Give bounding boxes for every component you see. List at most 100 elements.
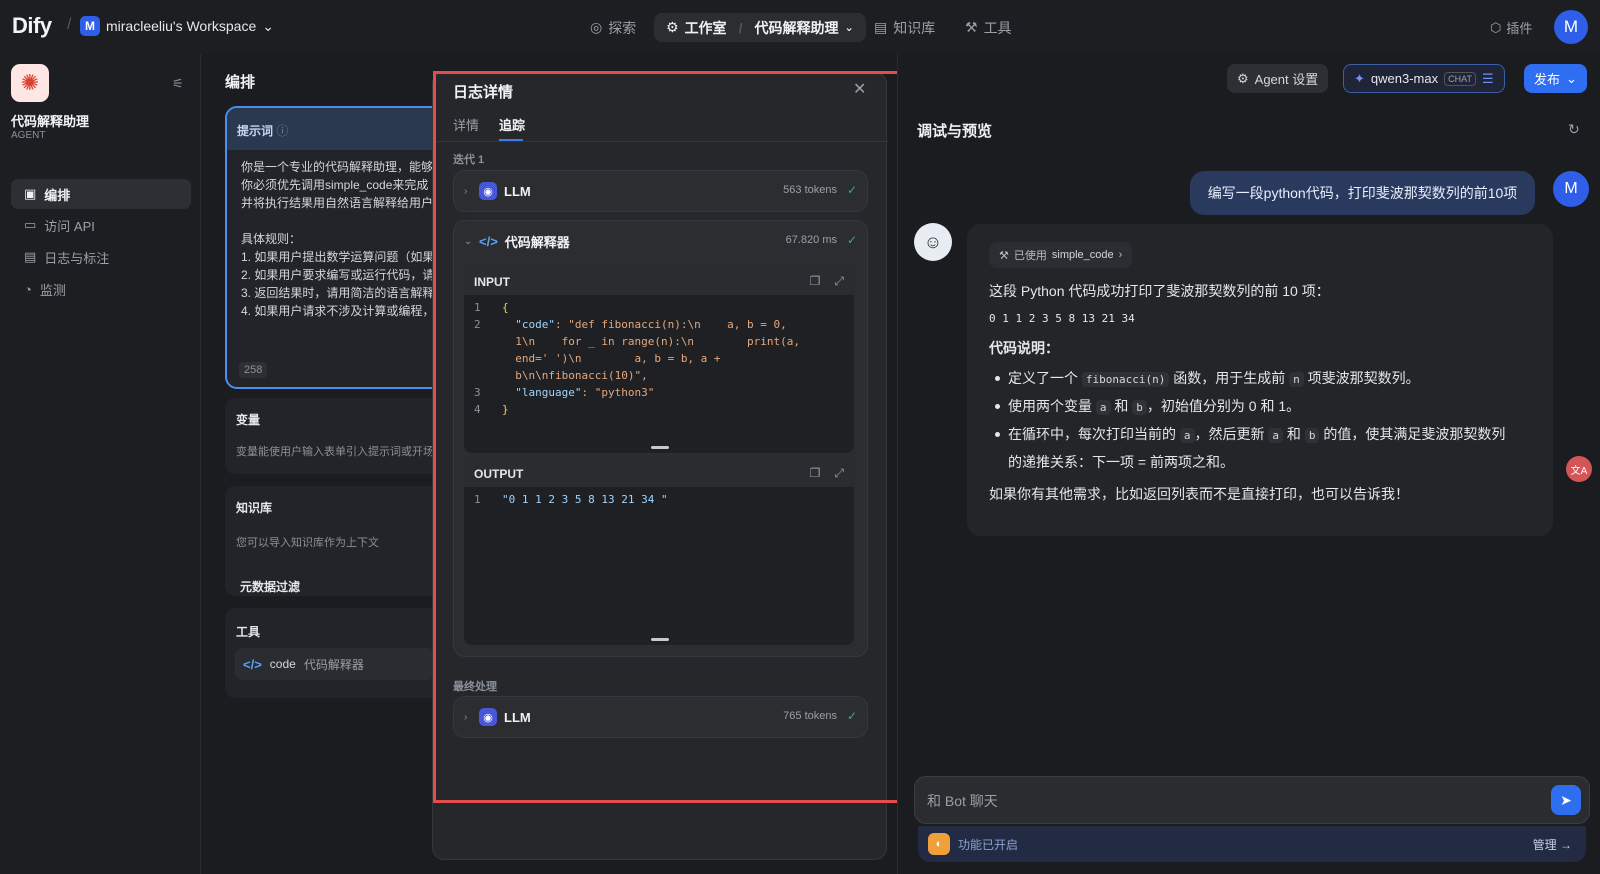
tab-trace[interactable]: 追踪 (499, 115, 525, 134)
model-badge: CHAT (1444, 71, 1476, 86)
trace-node-code-interpreter[interactable]: ⌄ </> 代码解释器 67.820 ms ✓ INPUT ❐ ⤢ 1{ 2 "… (453, 220, 868, 657)
variables-label: 变量 (236, 413, 261, 427)
json-value: : "python3" (581, 386, 655, 399)
trace-node-llm-1[interactable]: › ◉ LLM 563 tokens ✓ (453, 170, 868, 212)
nav-explore-label: 探索 (608, 19, 637, 36)
nav-tools-label: 工具 (983, 19, 1012, 36)
prompt-char-count: 258 (239, 362, 268, 378)
nav-tools[interactable]: ⚒ 工具 (965, 13, 1012, 42)
answer-intro: 这段 Python 代码成功打印了斐波那契数列的前 10 项： (989, 283, 1330, 299)
tool-item-code[interactable]: </> code 代码解释器 (235, 648, 435, 680)
expand-icon[interactable]: ⤢ (834, 466, 844, 481)
feature-icon: ◐ (928, 833, 950, 855)
nav-studio[interactable]: ⚙ 工作室 / 代码解释助理 ⌄ (654, 13, 866, 42)
code-icon: </> (243, 656, 262, 672)
dify-logo[interactable]: Dify (12, 13, 52, 39)
input-label: INPUT (474, 275, 510, 289)
translate-icon[interactable]: 文A (1566, 456, 1592, 482)
user-avatar[interactable]: M (1554, 10, 1588, 44)
app-name: 代码解释助理 (11, 114, 90, 129)
current-app-label[interactable]: 代码解释助理 (754, 18, 838, 38)
layout-icon: ▣ (24, 186, 37, 201)
node-tokens: 563 tokens (783, 184, 837, 196)
tool-used-name: simple_code (1051, 249, 1114, 261)
send-icon[interactable]: ➤ (1551, 785, 1581, 815)
list-item: 在循环中，每次打印当前的 a ，然后更新 a 和 b 的值，使其满足斐波那契数列的… (995, 421, 1531, 475)
workspace-switcher[interactable]: M miracleeliu's Workspace ⌄ (80, 16, 274, 36)
node-name: LLM (504, 709, 531, 725)
line-number (464, 367, 502, 384)
code-text: { (502, 301, 509, 314)
close-icon[interactable]: ✕ (853, 79, 866, 99)
prompt-header: 提示词 ⓘ (227, 108, 443, 150)
info-icon: ⓘ (276, 124, 289, 138)
top-navigation-bar: Dify / M miracleeliu's Workspace ⌄ ◎ 探索 ⚙… (0, 0, 1600, 54)
chat-input[interactable]: 和 Bot 聊天 ➤ (914, 776, 1590, 824)
features-bar: ◐ 功能已开启 管理 → (918, 826, 1586, 862)
text-fragment: 使用两个变量 (1008, 398, 1092, 414)
input-code-block[interactable]: INPUT ❐ ⤢ 1{ 2 "code": "def fibonacci(n)… (464, 269, 854, 453)
output-code-block[interactable]: OUTPUT ❐ ⤢ 1 "0 1 1 2 3 5 8 13 21 34 " (464, 461, 854, 645)
arrow-right-icon: → (1560, 837, 1572, 852)
publish-button[interactable]: 发布 ⌄ (1524, 64, 1587, 93)
node-name: LLM (504, 183, 531, 199)
code-icon: </> (479, 233, 498, 249)
model-name: qwen3-max (1370, 71, 1439, 86)
sidebar-item-api[interactable]: ▭ 访问 API (11, 210, 191, 240)
model-logo-icon: ✦ (1354, 70, 1365, 86)
sidebar-item-orchestrate[interactable]: ▣ 编排 (11, 179, 191, 209)
explanation-list: 定义了一个 fibonacci(n) 函数，用于生成前 n 项斐波那契数列。 使… (989, 365, 1531, 475)
code-line: b\n\nfibonacci(10)", (464, 367, 854, 384)
node-duration: 67.820 ms (785, 234, 837, 246)
line-number: 1 (474, 493, 481, 506)
plugins-link[interactable]: ⬡ 插件 (1490, 18, 1532, 37)
tools-panel: 工具 </> code 代码解释器 (225, 608, 445, 698)
line-number (464, 350, 502, 367)
workspace-avatar: M (80, 16, 100, 36)
agent-settings-button[interactable]: ⚙ Agent 设置 (1227, 64, 1329, 93)
inline-code: fibonacci(n) (1081, 372, 1170, 387)
compass-icon: ◎ (590, 19, 603, 35)
code-explain-heading: 代码说明： (989, 340, 1059, 356)
plugins-label: 插件 (1506, 21, 1533, 36)
code-text: } (502, 403, 509, 416)
text-fragment: 和 (1114, 398, 1129, 414)
text-fragment: 的值，使其满足斐波那契数列 (1323, 426, 1506, 442)
code-line: 4} (464, 401, 854, 418)
sidebar-item-monitor[interactable]: ◔ 监测 (11, 274, 191, 304)
sliders-icon[interactable]: ⚟ (172, 76, 184, 92)
line-number: 1 (474, 301, 481, 314)
text-fragment: 定义了一个 (1008, 370, 1078, 386)
tab-detail[interactable]: 详情 (453, 115, 479, 134)
tool-used-prefix: 已使用 (1013, 250, 1047, 262)
refresh-icon[interactable]: ↻ (1568, 121, 1580, 138)
resize-handle[interactable] (651, 638, 669, 641)
clipboard-icon[interactable]: ❐ (810, 274, 821, 289)
iteration-label: 迭代 1 (453, 154, 485, 166)
manage-link[interactable]: 管理 → (1533, 836, 1572, 853)
line-number: 4 (474, 403, 481, 416)
features-enabled-label: 功能已开启 (958, 837, 1019, 852)
prompt-text[interactable]: 你是一个专业的代码解释助理，能够 你必须优先调用simple_code来完成 并… (227, 150, 443, 328)
chat-input-placeholder[interactable]: 和 Bot 聊天 (927, 791, 998, 811)
llm-icon: ◉ (479, 708, 497, 726)
nav-knowledge[interactable]: ▤ 知识库 (874, 13, 935, 42)
node-tokens: 765 tokens (783, 710, 837, 722)
output-value: "0 1 1 2 3 5 8 13 21 34 " (502, 493, 668, 506)
model-selector[interactable]: ✦ qwen3-max CHAT ☰ (1343, 64, 1505, 93)
sidebar-item-logs[interactable]: ▤ 日志与标注 (11, 242, 191, 272)
resize-handle[interactable] (651, 446, 669, 449)
clipboard-icon[interactable]: ❐ (810, 466, 821, 481)
tool-used-chip[interactable]: ⚒ 已使用 simple_code › (989, 242, 1133, 268)
knowledge-panel: 知识库 您可以导入知识库作为上下文 元数据过滤 (225, 486, 445, 596)
trace-node-llm-final[interactable]: › ◉ LLM 765 tokens ✓ (453, 696, 868, 738)
expand-icon[interactable]: ⤢ (834, 274, 844, 289)
json-value: 1\n for _ in range(n):\n print(a, (515, 335, 801, 348)
nav-knowledge-label: 知识库 (893, 19, 936, 36)
success-check-icon: ✓ (846, 233, 857, 247)
metadata-filter-label[interactable]: 元数据过滤 (240, 578, 300, 595)
nav-explore[interactable]: ◎ 探索 (590, 13, 636, 42)
log-title: 日志详情 (453, 84, 514, 101)
prompt-editor[interactable]: 提示词 ⓘ 你是一个专业的代码解释助理，能够 你必须优先调用simple_cod… (225, 106, 445, 389)
tabs-divider (433, 141, 888, 142)
